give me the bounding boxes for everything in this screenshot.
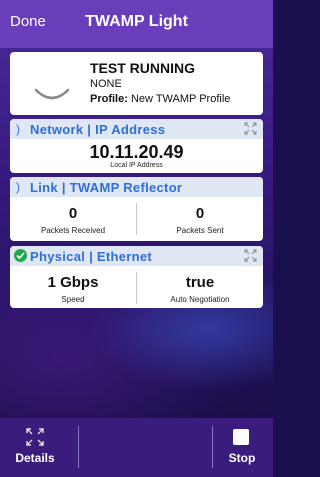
- progress-spinner-icon: [34, 88, 70, 100]
- link-card: ) Link | TWAMP Reflector 0 Packets Recei…: [10, 177, 263, 241]
- ip-address-label: Local IP Address: [110, 162, 163, 169]
- speed-value: 1 Gbps: [47, 274, 99, 291]
- physical-section-title: Physical | Ethernet: [30, 249, 153, 264]
- expand-icon: [26, 428, 44, 446]
- packets-sent-value: 0: [195, 205, 205, 222]
- packets-sent-label: Packets Sent: [176, 226, 224, 235]
- profile-line: Profile: New TWAMP Profile: [90, 93, 230, 105]
- network-section-header[interactable]: ) Network | IP Address: [10, 119, 263, 139]
- packets-received-value: 0: [68, 205, 78, 222]
- expand-icon[interactable]: [244, 122, 257, 135]
- navigation-bar: Done TWAMP Light: [0, 0, 273, 48]
- packets-received-label: Packets Received: [40, 226, 106, 235]
- network-section-title: Network | IP Address: [30, 122, 166, 137]
- link-section-header[interactable]: ) Link | TWAMP Reflector: [10, 177, 263, 197]
- speed-metric: 1 Gbps Speed: [10, 268, 136, 308]
- toolbar-separator: [212, 426, 213, 468]
- twamp-light-screen: Done TWAMP Light TEST RUNNING NONE Profi…: [0, 0, 273, 477]
- profile-value: New TWAMP Profile: [130, 93, 231, 105]
- network-card: ) Network | IP Address 10.11.20.49 Local…: [10, 119, 263, 173]
- page-title: TWAMP Light: [85, 13, 188, 30]
- ip-address-value: 10.11.20.49: [89, 142, 184, 162]
- physical-card: Physical | Ethernet 1 Gbps Speed true Au…: [10, 246, 263, 308]
- speed-label: Speed: [61, 295, 85, 304]
- stop-icon: [233, 429, 249, 445]
- test-status-subtitle: NONE: [90, 78, 122, 90]
- link-section-title: Link | TWAMP Reflector: [30, 180, 183, 195]
- check-circle-icon: [14, 249, 27, 262]
- auto-negotiation-value: true: [185, 274, 215, 291]
- stop-label: Stop: [228, 451, 256, 465]
- details-button[interactable]: Details: [10, 428, 66, 468]
- expand-icon[interactable]: [244, 249, 257, 262]
- auto-negotiation-metric: true Auto Negotiation: [137, 268, 263, 308]
- profile-label: Profile:: [90, 93, 128, 105]
- test-status-title: TEST RUNNING: [90, 60, 195, 76]
- chevron-right-icon: ): [16, 180, 20, 194]
- physical-section-header[interactable]: Physical | Ethernet: [10, 246, 263, 266]
- test-status-card: TEST RUNNING NONE Profile: New TWAMP Pro…: [10, 52, 263, 115]
- packets-received-metric: 0 Packets Received: [10, 199, 136, 241]
- chevron-right-icon: ): [16, 122, 20, 136]
- auto-negotiation-label: Auto Negotiation: [170, 295, 230, 304]
- packets-sent-metric: 0 Packets Sent: [137, 199, 263, 241]
- details-label: Details: [15, 451, 55, 465]
- bottom-toolbar: Details Stop: [0, 418, 273, 477]
- stop-button[interactable]: Stop: [222, 428, 266, 468]
- toolbar-separator: [78, 426, 79, 468]
